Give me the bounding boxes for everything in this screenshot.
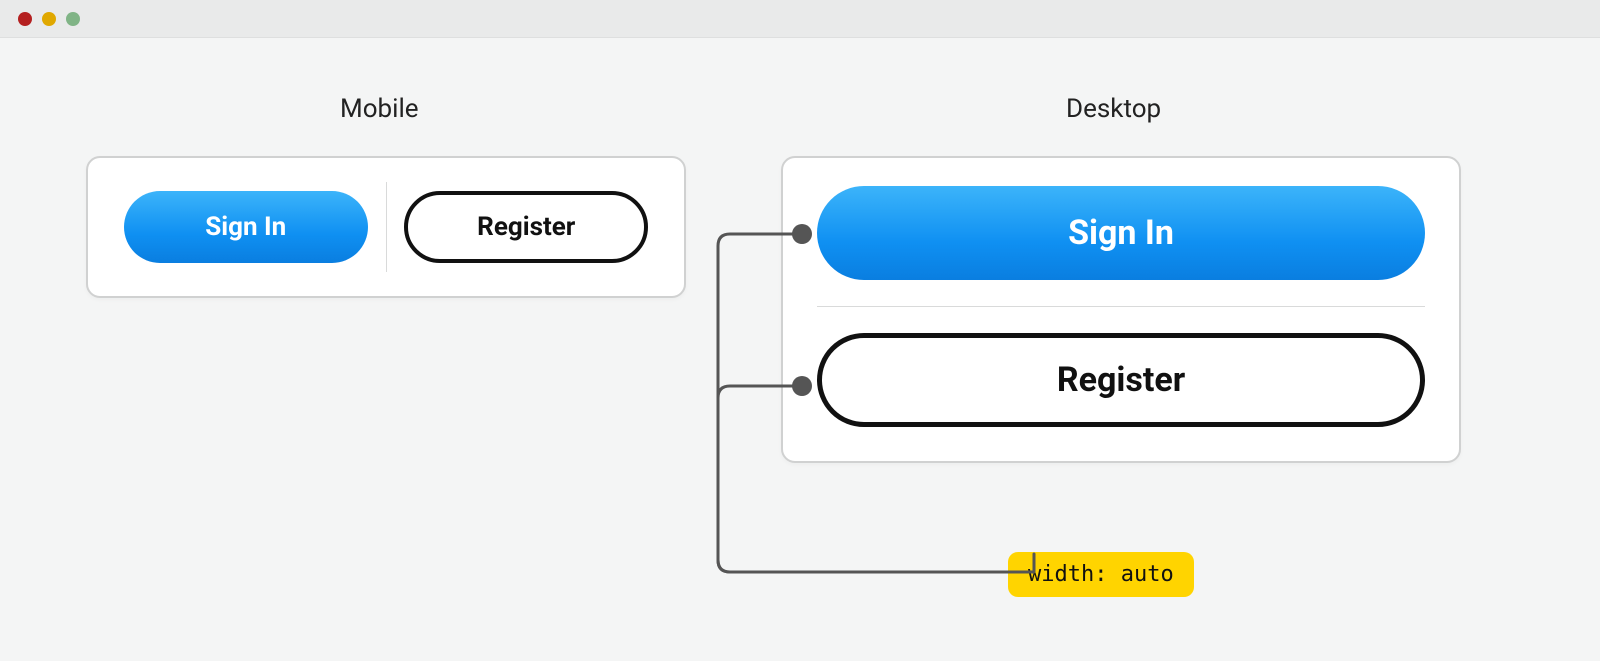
mobile-card: Sign In Register — [86, 156, 686, 298]
desktop-heading: Desktop — [1066, 94, 1161, 124]
mobile-right-cell: Register — [397, 191, 657, 263]
window-close-icon[interactable] — [18, 12, 32, 26]
mobile-heading: Mobile — [340, 94, 419, 124]
width-auto-annotation: width: auto — [1008, 552, 1194, 597]
mobile-left-cell: Sign In — [116, 191, 376, 263]
traffic-lights — [18, 12, 80, 26]
vertical-divider — [386, 182, 387, 272]
window-titlebar — [0, 0, 1600, 38]
window-zoom-icon[interactable] — [66, 12, 80, 26]
register-button[interactable]: Register — [817, 333, 1425, 427]
diagram-canvas: Mobile Desktop Sign In Register Sign In … — [0, 38, 1600, 661]
sign-in-button[interactable]: Sign In — [817, 186, 1425, 280]
sign-in-button[interactable]: Sign In — [124, 191, 368, 263]
window-minimize-icon[interactable] — [42, 12, 56, 26]
register-button[interactable]: Register — [404, 191, 648, 263]
horizontal-divider — [817, 306, 1425, 307]
desktop-card: Sign In Register — [781, 156, 1461, 463]
